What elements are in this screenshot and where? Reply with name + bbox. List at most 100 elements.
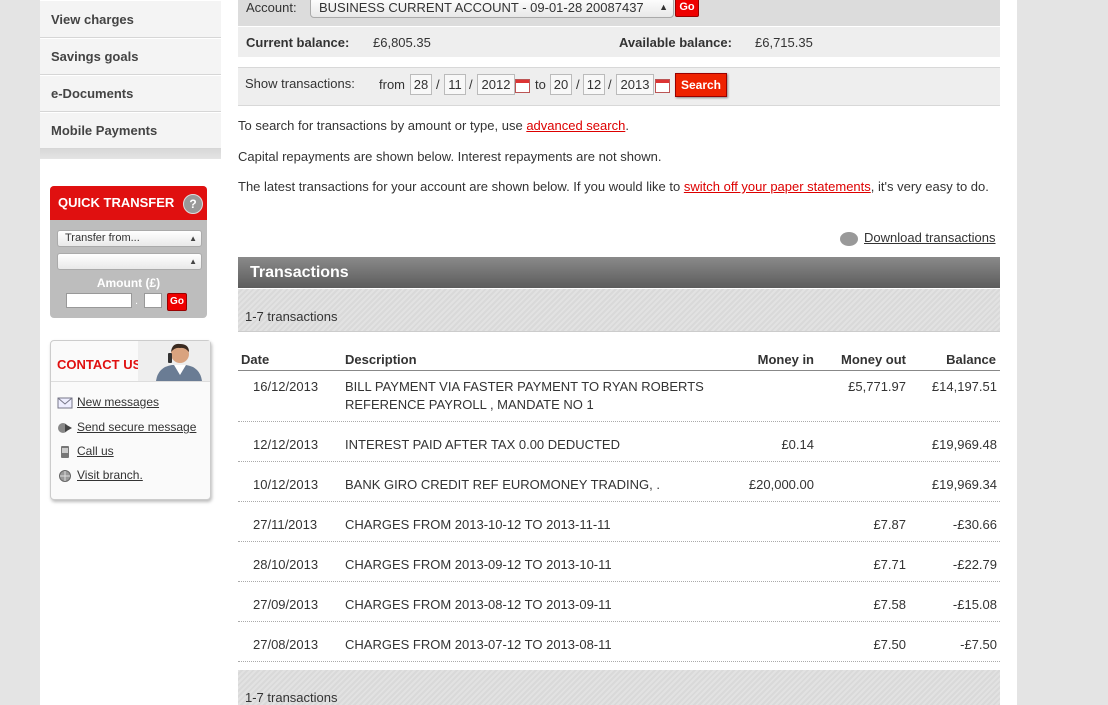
- advanced-search-link[interactable]: advanced search: [526, 118, 625, 133]
- row-balance: £19,969.48: [931, 437, 997, 452]
- to-day-input[interactable]: 20: [550, 74, 572, 95]
- transactions-count-bar-bottom: 1-7 transactions: [238, 670, 1000, 705]
- row-divider: [238, 541, 1000, 542]
- row-divider: [238, 461, 1000, 462]
- row-money-out: £5,771.97: [848, 379, 906, 394]
- row-money-in: £0.14: [781, 437, 814, 452]
- calendar-icon[interactable]: [515, 79, 530, 93]
- row-balance: £14,197.51: [931, 379, 997, 394]
- select-arrows-icon: ▲: [189, 234, 197, 243]
- transfer-from-value: Transfer from...: [65, 232, 140, 244]
- download-transactions[interactable]: Download transactions: [840, 230, 996, 246]
- row-divider: [238, 661, 1000, 662]
- envelope-icon: [57, 397, 73, 409]
- date-separator: /: [436, 77, 440, 92]
- row-date: 27/09/2013: [253, 597, 319, 612]
- row-balance: £19,969.34: [931, 477, 997, 492]
- agent-photo-icon: [138, 341, 210, 381]
- from-year-input[interactable]: 2012: [477, 74, 515, 95]
- contact-us-title: CONTACT US: [57, 357, 142, 372]
- to-year-input[interactable]: 2013: [616, 74, 654, 95]
- sidebar-item-savings-goals[interactable]: Savings goals: [40, 38, 221, 75]
- row-date: 10/12/2013: [253, 477, 319, 492]
- date-separator: /: [469, 77, 473, 92]
- sidebar-item-view-charges[interactable]: View charges: [40, 0, 221, 38]
- search-button[interactable]: Search: [675, 73, 727, 97]
- row-description: BILL PAYMENT VIA FASTER PAYMENT TO RYAN …: [345, 379, 704, 394]
- capital-repayments-text: Capital repayments are shown below. Inte…: [238, 149, 662, 164]
- contact-us-panel: CONTACT US New messages Send secure mess…: [50, 340, 211, 500]
- from-month-input[interactable]: 11: [444, 74, 466, 95]
- row-description: CHARGES FROM 2013-07-12 TO 2013-08-11: [345, 637, 612, 652]
- transactions-count-bar-top: 1-7 transactions: [238, 289, 1000, 332]
- amount-separator: .: [135, 295, 139, 307]
- row-date: 28/10/2013: [253, 557, 319, 572]
- select-arrows-icon: ▲: [189, 257, 197, 266]
- advanced-search-prefix: To search for transactions by amount or …: [238, 118, 527, 133]
- visit-branch-link[interactable]: Visit branch.: [77, 468, 143, 482]
- transactions-count: 1-7 transactions: [245, 309, 338, 324]
- row-description: CHARGES FROM 2013-10-12 TO 2013-11-11: [345, 517, 611, 532]
- sidebar-item-e-documents[interactable]: e-Documents: [40, 75, 221, 112]
- quick-transfer-go-button[interactable]: Go: [167, 293, 187, 311]
- contact-link-call-us[interactable]: Call us: [57, 444, 114, 458]
- row-balance: -£30.66: [952, 517, 997, 532]
- paper-statements-suffix: , it's very easy to do.: [870, 179, 989, 194]
- to-month-input[interactable]: 12: [583, 74, 605, 95]
- call-us-link[interactable]: Call us: [77, 444, 114, 458]
- contact-us-header: CONTACT US: [51, 341, 210, 382]
- paper-statements-prefix: The latest transactions for your account…: [238, 179, 684, 194]
- from-label: from: [379, 77, 405, 92]
- nav-shadow: [40, 149, 221, 159]
- transactions-count: 1-7 transactions: [245, 690, 338, 705]
- transfer-from-select[interactable]: Transfer from... ▲: [57, 230, 202, 247]
- column-header-balance: Balance: [946, 352, 996, 367]
- send-secure-message-link[interactable]: Send secure message: [77, 420, 196, 434]
- row-divider: [238, 501, 1000, 502]
- help-icon[interactable]: ?: [183, 194, 203, 214]
- account-go-button[interactable]: Go: [675, 0, 699, 17]
- account-select[interactable]: BUSINESS CURRENT ACCOUNT - 09-01-28 2008…: [310, 0, 674, 18]
- quick-transfer-panel: QUICK TRANSFER ? Transfer from... ▲ ▲ Am…: [50, 186, 207, 318]
- sidebar-item-mobile-payments[interactable]: Mobile Payments: [40, 112, 221, 149]
- amount-label: Amount (£): [96, 276, 161, 290]
- download-transactions-link[interactable]: Download transactions: [864, 230, 996, 245]
- switch-off-paper-statements-link[interactable]: switch off your paper statements: [684, 179, 871, 194]
- row-divider: [238, 581, 1000, 582]
- from-day-input[interactable]: 28: [410, 74, 432, 95]
- column-header-description: Description: [345, 352, 417, 367]
- date-separator: /: [608, 77, 612, 92]
- row-description-line2: REFERENCE PAYROLL , MANDATE NO 1: [345, 397, 594, 412]
- row-date: 16/12/2013: [253, 379, 319, 394]
- row-money-out: £7.87: [873, 517, 906, 532]
- current-balance-value: £6,805.35: [373, 35, 431, 50]
- row-money-out: £7.50: [873, 637, 906, 652]
- new-messages-link[interactable]: New messages: [77, 395, 159, 409]
- contact-link-visit-branch[interactable]: Visit branch.: [57, 468, 143, 482]
- account-select-value: BUSINESS CURRENT ACCOUNT - 09-01-28 2008…: [319, 0, 644, 15]
- row-divider: [238, 621, 1000, 622]
- download-icon: [840, 231, 858, 246]
- amount-pence-input[interactable]: [144, 293, 162, 308]
- row-money-in: £20,000.00: [748, 477, 814, 492]
- current-balance-label: Current balance:: [246, 35, 350, 50]
- calendar-icon[interactable]: [655, 79, 670, 93]
- contact-link-send-secure-message[interactable]: Send secure message: [57, 420, 196, 434]
- available-balance-label: Available balance:: [619, 35, 732, 50]
- contact-link-new-messages[interactable]: New messages: [57, 395, 159, 409]
- quick-transfer-header: QUICK TRANSFER ?: [50, 186, 207, 220]
- row-balance: -£22.79: [952, 557, 997, 572]
- show-transactions-label: Show transactions:: [245, 76, 355, 91]
- transfer-to-select[interactable]: ▲: [57, 253, 202, 270]
- amount-pounds-input[interactable]: [66, 293, 132, 308]
- column-header-money-out: Money out: [841, 352, 906, 367]
- date-separator: /: [576, 77, 580, 92]
- row-date: 12/12/2013: [253, 437, 319, 452]
- select-arrows-icon: ▲: [659, 2, 668, 12]
- row-money-out: £7.71: [873, 557, 906, 572]
- row-description: INTEREST PAID AFTER TAX 0.00 DEDUCTED: [345, 437, 620, 452]
- row-description: BANK GIRO CREDIT REF EUROMONEY TRADING, …: [345, 477, 660, 492]
- row-divider: [238, 421, 1000, 422]
- column-header-money-in: Money in: [757, 352, 814, 367]
- globe-icon: [59, 469, 71, 482]
